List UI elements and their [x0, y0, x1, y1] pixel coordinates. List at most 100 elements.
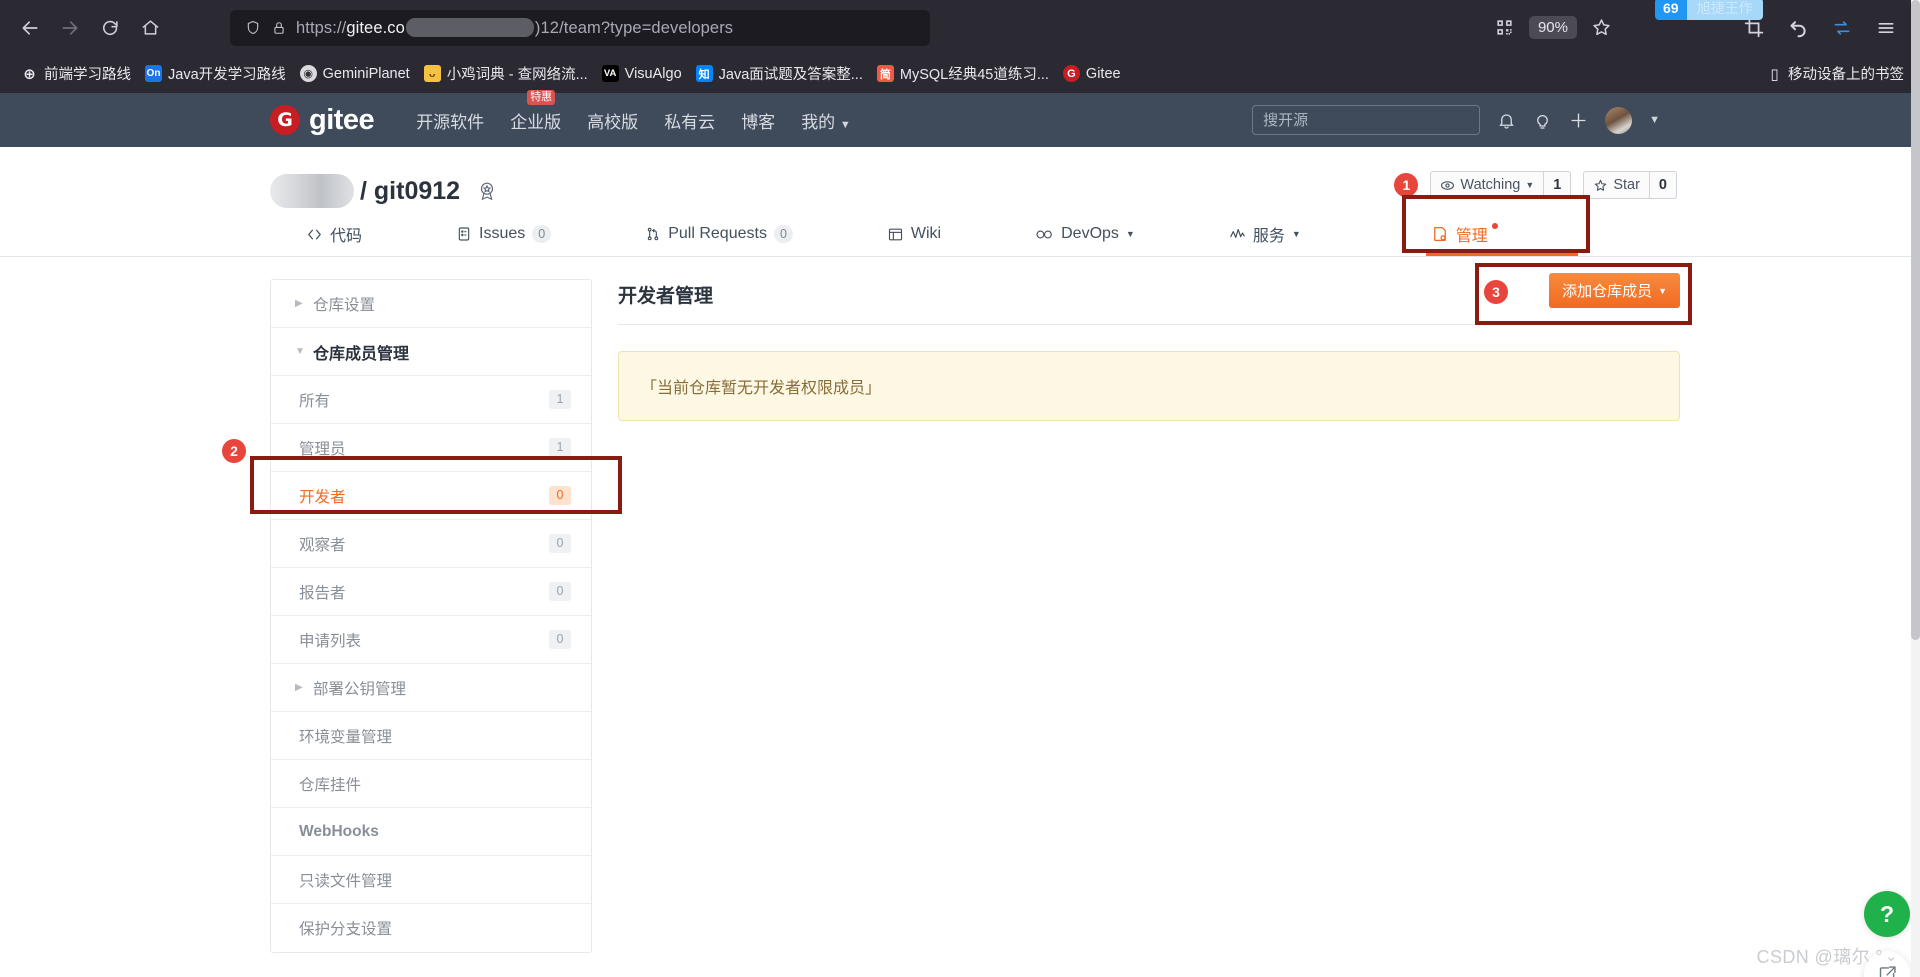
watermark-text: CSDN @璃尔 ° — [1756, 947, 1884, 967]
sidebar-item-repo-settings[interactable]: ▶ 仓库设置 — [271, 280, 591, 328]
bookmark-item[interactable]: On Java开发学习路线 — [138, 60, 293, 87]
eye-icon — [1441, 180, 1455, 190]
nav-label: 高校版 — [587, 112, 639, 132]
tab-issues[interactable]: Issues 0 — [450, 212, 557, 256]
star-label: Star — [1613, 177, 1640, 193]
menu-icon[interactable] — [1866, 8, 1906, 48]
nav-label: 博客 — [741, 112, 776, 132]
nav-item-campus[interactable]: 高校版 — [587, 108, 638, 133]
sidebar-item-observers[interactable]: 观察者 0 — [271, 520, 591, 568]
lightbulb-icon[interactable] — [1533, 111, 1552, 130]
nav-item-opensource[interactable]: 开源软件 — [416, 108, 484, 133]
watch-count: 1 — [1544, 171, 1572, 199]
watch-button-group[interactable]: Watching ▼ 1 — [1430, 171, 1572, 199]
bookmark-item[interactable]: VA VisuAlgo — [595, 62, 689, 85]
chevron-down-icon: ▼ — [1291, 229, 1301, 239]
undo-icon[interactable] — [1778, 8, 1818, 48]
repo-title-row: / git0912 1 Watching ▼ 1 Star 0 — [0, 147, 1920, 213]
sidebar-item-applications[interactable]: 申请列表 0 — [271, 616, 591, 664]
bookmark-star-icon[interactable] — [1581, 8, 1621, 48]
page-scrollbar-thumb[interactable] — [1911, 0, 1920, 640]
sync-icon[interactable] — [1822, 8, 1862, 48]
sidebar-item-count: 0 — [549, 534, 571, 553]
bookmark-label: Gitee — [1085, 65, 1121, 82]
nav-label: 我的 — [801, 112, 836, 132]
forward-arrow-icon[interactable] — [50, 8, 90, 48]
qr-code-icon[interactable] — [1485, 8, 1525, 48]
sidebar-item-reporters[interactable]: 报告者 0 — [271, 568, 591, 616]
bookmark-favicon-icon: ᴗ — [423, 65, 441, 82]
sidebar-item-widgets[interactable]: 仓库挂件 — [271, 760, 591, 808]
reload-icon[interactable] — [90, 8, 130, 48]
annotation-bubble-3: 3 — [1484, 280, 1508, 304]
watch-label: Watching — [1460, 177, 1521, 193]
zoom-level-indicator[interactable]: 90% — [1528, 16, 1577, 39]
sidebar-item-label: 环境变量管理 — [299, 728, 393, 746]
add-member-button[interactable]: 添加仓库成员 ▼ — [1549, 273, 1680, 308]
tab-devops[interactable]: DevOps ▼ — [1029, 212, 1141, 256]
tab-pull-requests[interactable]: Pull Requests 0 — [639, 212, 799, 256]
sidebar-item-admins[interactable]: 管理员 1 — [271, 424, 591, 472]
nav-item-blog[interactable]: 博客 — [741, 108, 775, 133]
star-button[interactable]: Star — [1583, 171, 1650, 199]
sidebar-item-all[interactable]: 所有 1 — [271, 376, 591, 424]
watch-button[interactable]: Watching ▼ — [1430, 171, 1545, 199]
service-icon — [1229, 228, 1245, 238]
nav-label: 企业版 — [510, 112, 562, 132]
sidebar-item-label: 只读文件管理 — [299, 872, 393, 890]
sidebar-item-label: 部署公钥管理 — [313, 680, 407, 698]
sidebar-item-deploy-keys[interactable]: ▶ 部署公钥管理 — [271, 664, 591, 712]
tab-count: 0 — [532, 224, 552, 244]
help-fab-button[interactable]: ? — [1864, 891, 1910, 937]
bookmark-label: 前端学习路线 — [44, 67, 131, 83]
sidebar-item-protected-branches[interactable]: 保护分支设置 — [271, 904, 591, 952]
bookmark-item[interactable]: ◉ GeminiPlanet — [293, 62, 417, 85]
browser-chrome: https://gitee.co)12/team?type=developers… — [0, 0, 1920, 93]
sidebar-item-label: 仓库成员管理 — [313, 345, 410, 363]
sidebar-item-count: 0 — [549, 486, 571, 505]
sidebar-item-developers[interactable]: 开发者 0 — [271, 472, 591, 520]
gitee-logo-icon: G — [270, 105, 300, 135]
tab-wiki[interactable]: Wiki — [881, 212, 947, 256]
tab-code[interactable]: 代码 — [300, 212, 368, 256]
tab-manage[interactable]: 管理 — [1425, 212, 1504, 256]
mobile-icon: ▯ — [1770, 65, 1779, 83]
nav-item-privatecloud[interactable]: 私有云 — [664, 108, 715, 133]
address-bar[interactable]: https://gitee.co)12/team?type=developers — [230, 9, 930, 46]
sidebar-item-readonly-files[interactable]: 只读文件管理 — [271, 856, 591, 904]
back-arrow-icon[interactable] — [10, 8, 50, 48]
main-content: 开发者管理 添加仓库成员 ▼ 3 「当前仓库暂无开发者权限成员」 — [618, 263, 1692, 953]
sidebar-item-env-vars[interactable]: 环境变量管理 — [271, 712, 591, 760]
page-scrollbar-track[interactable] — [1911, 0, 1920, 977]
blue-notification-badge[interactable]: 69 旭捷王作 — [1655, 0, 1763, 20]
mobile-bookmarks-item[interactable]: ▯ 移动设备上的书签 — [1766, 63, 1910, 84]
bell-icon[interactable] — [1497, 111, 1516, 130]
tab-services[interactable]: 服务 ▼ — [1223, 212, 1307, 256]
plus-icon[interactable] — [1569, 111, 1588, 130]
nav-item-mine[interactable]: 我的 ▼ — [801, 108, 851, 133]
search-input[interactable] — [1252, 105, 1481, 135]
bookmark-item[interactable]: G Gitee — [1056, 62, 1128, 85]
lock-icon[interactable] — [266, 20, 292, 36]
nav-item-enterprise[interactable]: 企业版 特惠 — [510, 89, 562, 133]
tab-label: DevOps — [1061, 225, 1119, 242]
shield-icon[interactable] — [240, 19, 266, 36]
tab-notification-dot — [1491, 223, 1498, 229]
bookmark-item[interactable]: ⊕ 前端学习路线 — [14, 60, 138, 87]
bookmark-favicon-icon: ◉ — [299, 65, 317, 82]
bookmark-item[interactable]: ᴗ 小鸡词典 - 查网络流... — [417, 60, 595, 87]
bookmark-item[interactable]: 知 Java面试题及答案整... — [689, 60, 870, 87]
home-icon[interactable] — [130, 8, 170, 48]
sidebar-item-count: 1 — [549, 438, 571, 457]
repo-name[interactable]: / git0912 — [360, 177, 460, 206]
sidebar-item-webhooks[interactable]: WebHooks — [271, 808, 591, 856]
star-button-group[interactable]: Star 0 — [1583, 171, 1677, 199]
sidebar-item-member-management[interactable]: ▼ 仓库成员管理 — [271, 328, 591, 376]
bookmark-item[interactable]: 简 MySQL经典45道练习... — [870, 60, 1056, 87]
user-avatar[interactable] — [1605, 106, 1633, 134]
bookmark-label: 小鸡词典 - 查网络流... — [446, 67, 588, 83]
chevron-down-icon[interactable]: ▼ — [1649, 114, 1660, 126]
bookmarks-bar: ⊕ 前端学习路线 On Java开发学习路线 ◉ GeminiPlanet ᴗ … — [0, 55, 1920, 93]
gitee-logo[interactable]: G gitee — [270, 105, 375, 135]
award-icon[interactable] — [476, 180, 498, 202]
